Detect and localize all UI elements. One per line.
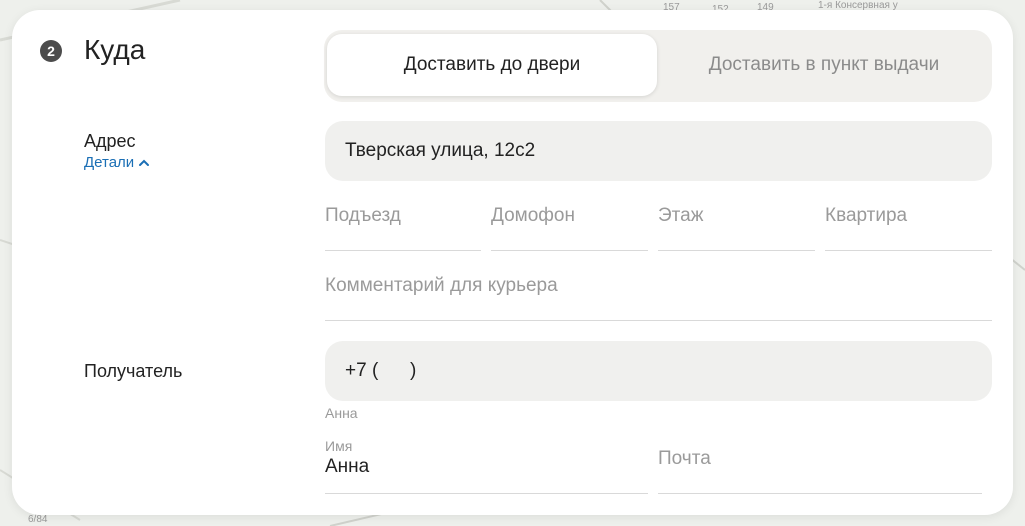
entrance-placeholder: Подъезд bbox=[325, 205, 401, 226]
floor-field[interactable]: Этаж bbox=[658, 198, 815, 251]
email-field[interactable]: Почта bbox=[658, 438, 982, 494]
door-delivery-option[interactable]: Доставить до двери bbox=[327, 34, 657, 96]
floor-placeholder: Этаж bbox=[658, 205, 704, 226]
address-input[interactable]: Тверская улица, 12с2 bbox=[325, 121, 992, 181]
phone-value: +7 ( ) bbox=[345, 360, 417, 381]
apartment-field[interactable]: Квартира bbox=[825, 198, 992, 251]
details-link[interactable]: Детали bbox=[84, 154, 150, 171]
phone-input[interactable]: +7 ( ) bbox=[325, 341, 992, 401]
intercom-placeholder: Домофон bbox=[491, 205, 575, 226]
section-title: Куда bbox=[84, 34, 146, 65]
address-value: Тверская улица, 12с2 bbox=[345, 140, 536, 161]
map-label: 6/84 bbox=[28, 514, 48, 525]
delivery-card: 2 Куда Доставить до двери Доставить в пу… bbox=[12, 10, 1013, 515]
courier-comment-field[interactable]: Комментарий для курьера bbox=[325, 268, 992, 321]
delivery-mode-switch: Доставить до двери Доставить в пункт выд… bbox=[324, 30, 992, 102]
details-link-label: Детали bbox=[84, 154, 135, 171]
address-label: Адрес bbox=[84, 131, 136, 151]
email-placeholder: Почта bbox=[658, 448, 711, 469]
name-label: Имя bbox=[325, 438, 353, 454]
name-field[interactable]: Имя Анна bbox=[325, 438, 648, 494]
courier-comment-placeholder: Комментарий для курьера bbox=[325, 275, 558, 296]
pickup-point-option[interactable]: Доставить в пункт выдачи bbox=[660, 34, 988, 96]
name-value: Анна bbox=[325, 456, 370, 477]
apartment-placeholder: Квартира bbox=[825, 205, 908, 226]
intercom-field[interactable]: Домофон bbox=[491, 198, 648, 251]
entrance-field[interactable]: Подъезд bbox=[325, 198, 481, 251]
phone-hint: Анна bbox=[325, 405, 358, 421]
step-number-badge: 2 bbox=[40, 40, 62, 62]
chevron-up-icon bbox=[139, 159, 150, 166]
recipient-label: Получатель bbox=[84, 361, 183, 381]
